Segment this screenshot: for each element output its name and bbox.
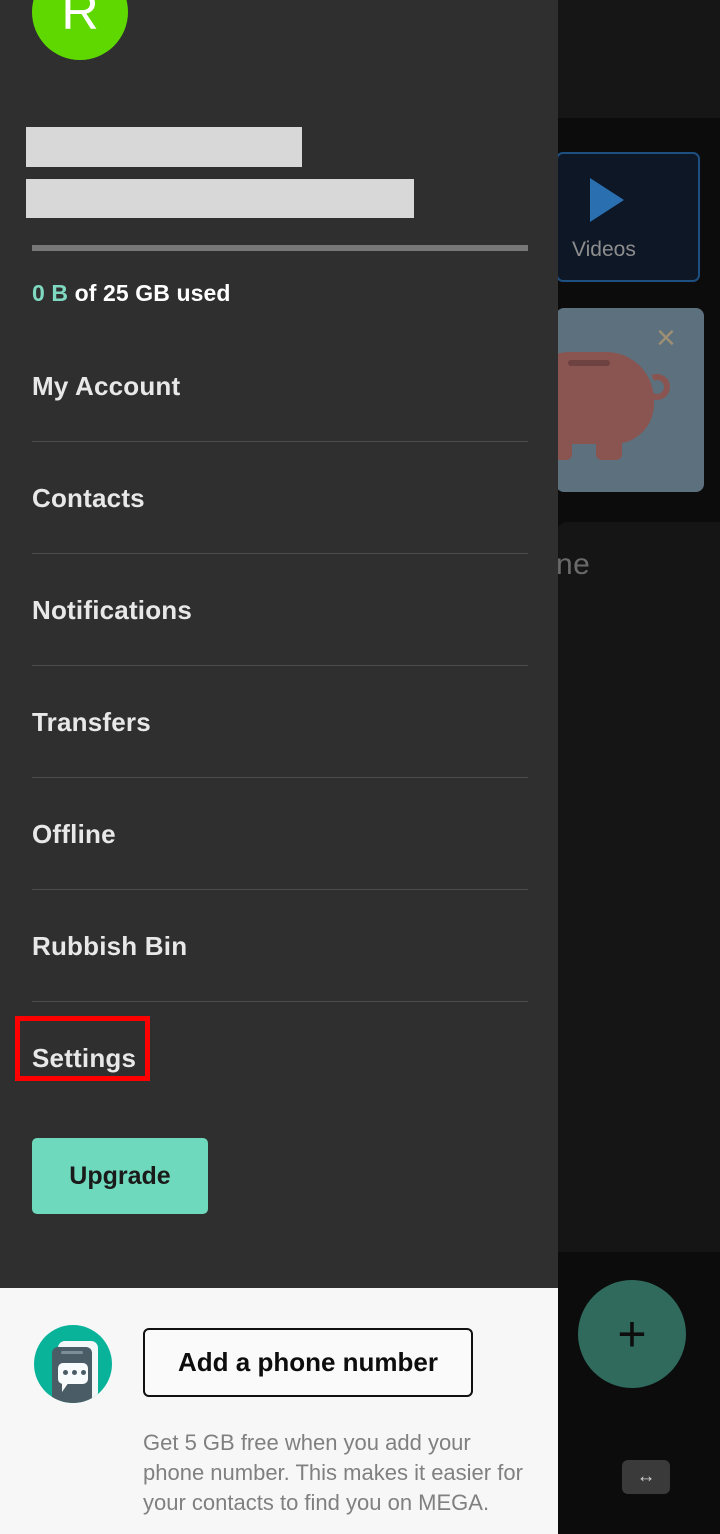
sidebar-item-notifications[interactable]: Notifications	[0, 554, 558, 666]
sidebar-item-my-account[interactable]: My Account	[0, 330, 558, 442]
sidebar-item-settings[interactable]: Settings	[0, 1002, 558, 1114]
sidebar-item-label: Contacts	[32, 482, 145, 513]
account-name-redacted	[26, 127, 302, 167]
dot-icon	[81, 1370, 86, 1375]
promo-description: Get 5 GB free when you add your phone nu…	[143, 1430, 523, 1515]
avatar-initial: R	[61, 0, 99, 41]
speech-bubble-dots	[63, 1370, 86, 1375]
dot-icon	[72, 1370, 77, 1375]
avatar-circle[interactable]: R	[32, 0, 128, 60]
storage-progress-bar	[32, 245, 528, 251]
upgrade-button[interactable]: Upgrade	[32, 1138, 208, 1214]
piggy-leg-back-shape	[596, 434, 622, 460]
dot-icon	[63, 1370, 68, 1375]
account-email-redacted	[26, 179, 414, 218]
close-icon[interactable]: ×	[656, 321, 686, 355]
background-topbar: R	[556, 0, 720, 118]
add-fab-button[interactable]: +	[578, 1280, 686, 1388]
speech-bubble-tail-shape	[62, 1382, 69, 1392]
add-phone-number-button[interactable]: Add a phone number	[143, 1328, 473, 1397]
phone-message-icon	[34, 1325, 112, 1403]
resize-horizontal-icon[interactable]: ↔	[622, 1460, 670, 1494]
sidebar-item-label: Rubbish Bin	[32, 930, 188, 961]
storage-used-value: 0 B	[32, 280, 69, 306]
videos-card[interactable]: Videos	[556, 152, 700, 282]
videos-card-label: Videos	[572, 238, 636, 261]
sidebar-item-label: Offline	[32, 818, 116, 849]
storage-usage-text: 0 B of 25 GB used	[32, 280, 231, 307]
piggy-bank-promo-card[interactable]: ×	[556, 308, 704, 492]
sidebar-item-offline[interactable]: Offline	[0, 778, 558, 890]
plus-icon: +	[617, 1306, 647, 1362]
sidebar-item-contacts[interactable]: Contacts	[0, 442, 558, 554]
background-sheet-title: ne	[556, 548, 591, 581]
play-icon	[590, 178, 624, 222]
background-content-sheet	[556, 522, 720, 1252]
sidebar-item-label: My Account	[32, 370, 181, 401]
sidebar-item-label: Settings	[32, 1042, 137, 1073]
avatar[interactable]: R	[32, 0, 128, 60]
navigation-drawer: R 0 B of 25 GB used My Account Contacts …	[0, 0, 558, 1288]
piggy-slot-shape	[568, 360, 610, 366]
storage-total-text: of 25 GB used	[68, 280, 231, 306]
screen-root: R Videos × ne + ↔ R	[0, 0, 720, 1534]
sidebar-item-rubbish-bin[interactable]: Rubbish Bin	[0, 890, 558, 1002]
sidebar-item-label: Transfers	[32, 706, 151, 737]
sidebar-item-transfers[interactable]: Transfers	[0, 666, 558, 778]
piggy-leg-front-shape	[556, 434, 572, 460]
sidebar-item-label: Notifications	[32, 594, 193, 625]
phone-speaker-shape	[61, 1351, 83, 1354]
drawer-menu: My Account Contacts Notifications Transf…	[0, 330, 558, 1114]
